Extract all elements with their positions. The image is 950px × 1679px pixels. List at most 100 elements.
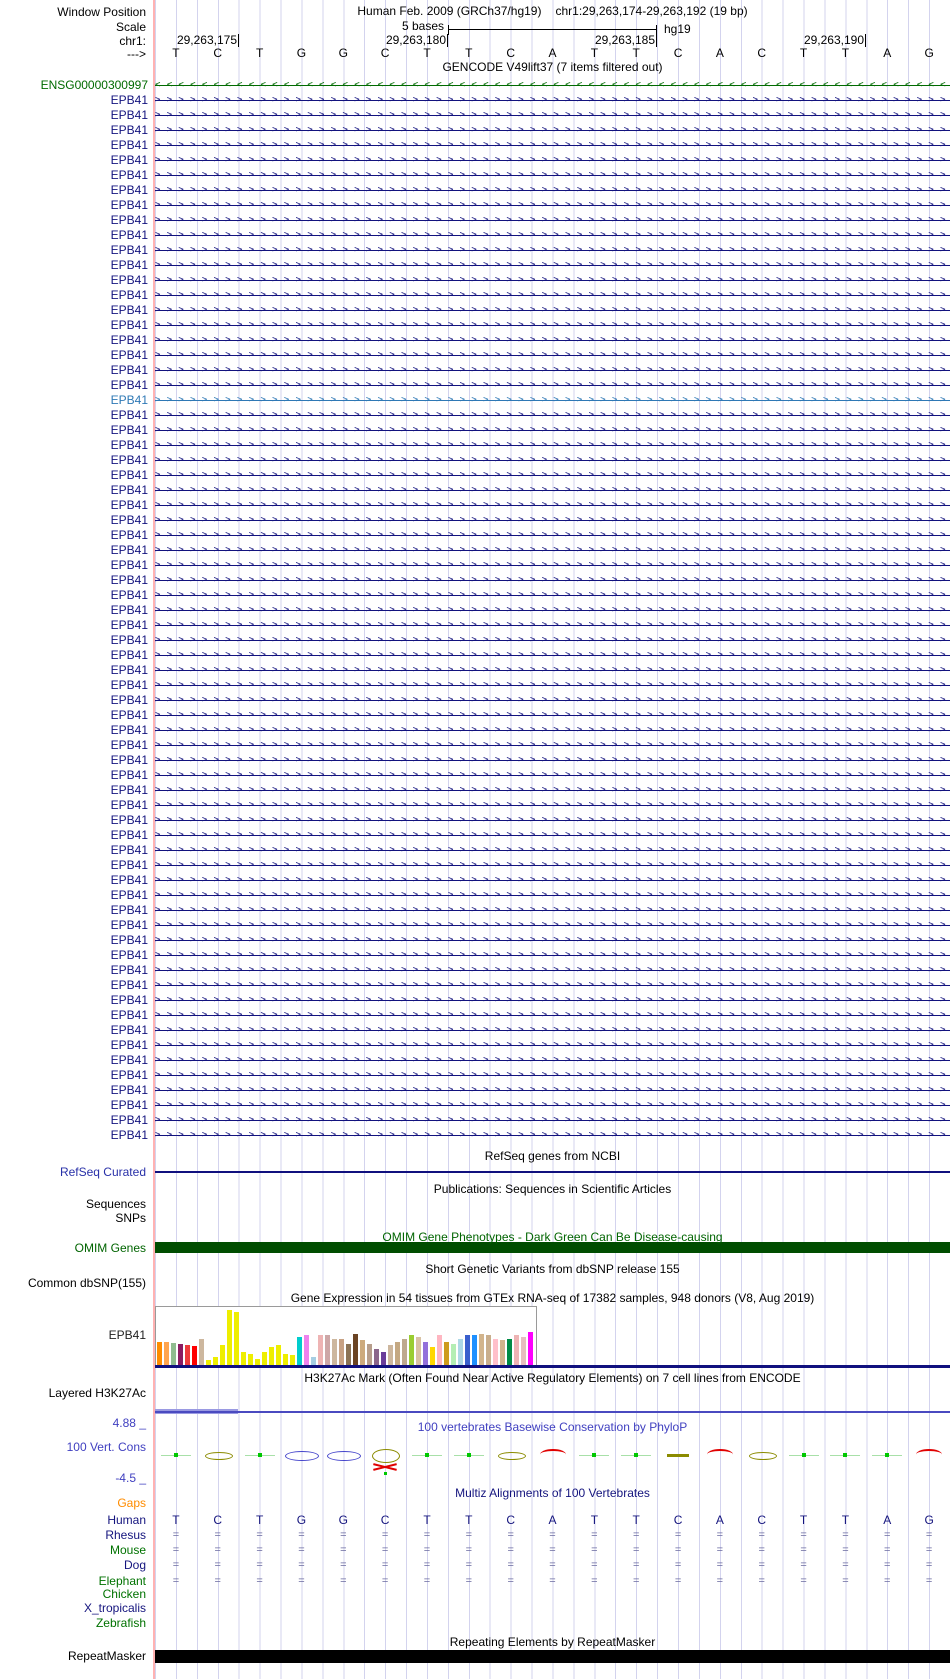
transcript-direction-arrows[interactable]: >>>>>>>>>>>>>>>>>>>>>>>>>>>>>>>>>>>>>>>>…: [155, 543, 950, 558]
refseq-curated-gene-line[interactable]: [155, 1171, 950, 1173]
transcript-direction-arrows[interactable]: >>>>>>>>>>>>>>>>>>>>>>>>>>>>>>>>>>>>>>>>…: [155, 753, 950, 768]
gene-label[interactable]: EPB41: [0, 828, 155, 843]
transcript-direction-arrows[interactable]: >>>>>>>>>>>>>>>>>>>>>>>>>>>>>>>>>>>>>>>>…: [155, 1128, 950, 1143]
gene-label[interactable]: EPB41: [0, 708, 155, 723]
gene-transcript-row[interactable]: EPB41 >>>>>>>>>>>>>>>>>>>>>>>>>>>>>>>>>>>…: [0, 543, 950, 558]
transcript-direction-arrows[interactable]: >>>>>>>>>>>>>>>>>>>>>>>>>>>>>>>>>>>>>>>>…: [155, 258, 950, 273]
gtex-tissue-bar[interactable]: [220, 1345, 225, 1367]
gene-transcript-row[interactable]: EPB41 >>>>>>>>>>>>>>>>>>>>>>>>>>>>>>>>>>>…: [0, 618, 950, 633]
gene-label[interactable]: EPB41: [0, 813, 155, 828]
species-label-x_tropicalis[interactable]: X_tropicalis: [0, 1601, 146, 1615]
transcript-direction-arrows[interactable]: >>>>>>>>>>>>>>>>>>>>>>>>>>>>>>>>>>>>>>>>…: [155, 138, 950, 153]
gene-transcript-row[interactable]: EPB41 >>>>>>>>>>>>>>>>>>>>>>>>>>>>>>>>>>>…: [0, 588, 950, 603]
transcript-direction-arrows[interactable]: >>>>>>>>>>>>>>>>>>>>>>>>>>>>>>>>>>>>>>>>…: [155, 363, 950, 378]
alignment-row-rhesus[interactable]: = = = = = = = = = = = = = = = = = = =: [155, 1528, 950, 1542]
gene-transcript-row[interactable]: EPB41 >>>>>>>>>>>>>>>>>>>>>>>>>>>>>>>>>>>…: [0, 498, 950, 513]
gtex-tissue-bar[interactable]: [339, 1339, 344, 1367]
gene-label[interactable]: EPB41: [0, 1128, 155, 1143]
gtex-tissue-bar[interactable]: [388, 1345, 393, 1367]
transcript-direction-arrows[interactable]: >>>>>>>>>>>>>>>>>>>>>>>>>>>>>>>>>>>>>>>>…: [155, 858, 950, 873]
transcript-direction-arrows[interactable]: >>>>>>>>>>>>>>>>>>>>>>>>>>>>>>>>>>>>>>>>…: [155, 393, 950, 408]
gene-transcript-row[interactable]: EPB41 >>>>>>>>>>>>>>>>>>>>>>>>>>>>>>>>>>>…: [0, 663, 950, 678]
transcript-direction-arrows[interactable]: >>>>>>>>>>>>>>>>>>>>>>>>>>>>>>>>>>>>>>>>…: [155, 618, 950, 633]
gene-transcript-row[interactable]: EPB41 >>>>>>>>>>>>>>>>>>>>>>>>>>>>>>>>>>>…: [0, 873, 950, 888]
gene-label[interactable]: EPB41: [0, 918, 155, 933]
gene-transcript-row[interactable]: EPB41 >>>>>>>>>>>>>>>>>>>>>>>>>>>>>>>>>>>…: [0, 318, 950, 333]
gene-transcript-row[interactable]: EPB41 >>>>>>>>>>>>>>>>>>>>>>>>>>>>>>>>>>>…: [0, 108, 950, 123]
transcript-direction-arrows[interactable]: >>>>>>>>>>>>>>>>>>>>>>>>>>>>>>>>>>>>>>>>…: [155, 603, 950, 618]
transcript-direction-arrows[interactable]: >>>>>>>>>>>>>>>>>>>>>>>>>>>>>>>>>>>>>>>>…: [155, 468, 950, 483]
gtex-tissue-bar[interactable]: [367, 1344, 372, 1367]
gtex-tissue-bar[interactable]: [423, 1342, 428, 1367]
transcript-direction-arrows[interactable]: >>>>>>>>>>>>>>>>>>>>>>>>>>>>>>>>>>>>>>>>…: [155, 588, 950, 603]
gene-transcript-row[interactable]: EPB41 >>>>>>>>>>>>>>>>>>>>>>>>>>>>>>>>>>>…: [0, 723, 950, 738]
gene-label[interactable]: EPB41: [0, 273, 155, 288]
gene-label[interactable]: EPB41: [0, 978, 155, 993]
gene-label[interactable]: EPB41: [0, 588, 155, 603]
gene-label[interactable]: EPB41: [0, 123, 155, 138]
gene-transcript-row[interactable]: EPB41 >>>>>>>>>>>>>>>>>>>>>>>>>>>>>>>>>>>…: [0, 408, 950, 423]
gene-label[interactable]: EPB41: [0, 783, 155, 798]
gtex-tissue-bar[interactable]: [479, 1334, 484, 1367]
gtex-tissue-bar[interactable]: [297, 1337, 302, 1367]
gene-transcript-row[interactable]: EPB41 >>>>>>>>>>>>>>>>>>>>>>>>>>>>>>>>>>>…: [0, 453, 950, 468]
transcript-direction-arrows[interactable]: >>>>>>>>>>>>>>>>>>>>>>>>>>>>>>>>>>>>>>>>…: [155, 423, 950, 438]
gene-label[interactable]: EPB41: [0, 933, 155, 948]
repeatmasker-track-label[interactable]: RepeatMasker: [0, 1649, 146, 1663]
alignment-row-human[interactable]: TCTGGCTTCATTCACTTAG: [155, 1513, 950, 1527]
gene-label[interactable]: EPB41: [0, 513, 155, 528]
gene-transcript-row[interactable]: EPB41 >>>>>>>>>>>>>>>>>>>>>>>>>>>>>>>>>>>…: [0, 168, 950, 183]
gene-transcript-row[interactable]: EPB41 >>>>>>>>>>>>>>>>>>>>>>>>>>>>>>>>>>>…: [0, 1083, 950, 1098]
gene-label[interactable]: EPB41: [0, 873, 155, 888]
gene-label[interactable]: EPB41: [0, 903, 155, 918]
gene-transcript-row[interactable]: EPB41 >>>>>>>>>>>>>>>>>>>>>>>>>>>>>>>>>>>…: [0, 603, 950, 618]
gene-transcript-row[interactable]: EPB41 >>>>>>>>>>>>>>>>>>>>>>>>>>>>>>>>>>>…: [0, 393, 950, 408]
gene-label[interactable]: EPB41: [0, 618, 155, 633]
gene-label[interactable]: EPB41: [0, 423, 155, 438]
gene-label[interactable]: EPB41: [0, 753, 155, 768]
gene-transcript-row[interactable]: EPB41 >>>>>>>>>>>>>>>>>>>>>>>>>>>>>>>>>>>…: [0, 948, 950, 963]
transcript-direction-arrows[interactable]: >>>>>>>>>>>>>>>>>>>>>>>>>>>>>>>>>>>>>>>>…: [155, 633, 950, 648]
gene-transcript-row[interactable]: EPB41 >>>>>>>>>>>>>>>>>>>>>>>>>>>>>>>>>>>…: [0, 633, 950, 648]
gene-label[interactable]: EPB41: [0, 678, 155, 693]
gtex-tissue-bar[interactable]: [521, 1337, 526, 1367]
species-label-zebrafish[interactable]: Zebrafish: [0, 1616, 146, 1630]
gtex-tissue-bar[interactable]: [227, 1310, 232, 1367]
gene-label[interactable]: EPB41: [0, 723, 155, 738]
gene-transcript-row[interactable]: EPB41 >>>>>>>>>>>>>>>>>>>>>>>>>>>>>>>>>>>…: [0, 1113, 950, 1128]
gtex-tissue-bar[interactable]: [472, 1335, 477, 1367]
gene-label[interactable]: EPB41: [0, 663, 155, 678]
gene-transcript-row[interactable]: EPB41 >>>>>>>>>>>>>>>>>>>>>>>>>>>>>>>>>>>…: [0, 153, 950, 168]
gene-transcript-row[interactable]: EPB41 >>>>>>>>>>>>>>>>>>>>>>>>>>>>>>>>>>>…: [0, 558, 950, 573]
publications-snps-label[interactable]: SNPs: [0, 1211, 146, 1225]
transcript-direction-arrows[interactable]: >>>>>>>>>>>>>>>>>>>>>>>>>>>>>>>>>>>>>>>>…: [155, 993, 950, 1008]
gtex-tissue-bar[interactable]: [465, 1335, 470, 1367]
gene-label[interactable]: EPB41: [0, 843, 155, 858]
transcript-direction-arrows[interactable]: >>>>>>>>>>>>>>>>>>>>>>>>>>>>>>>>>>>>>>>>…: [155, 663, 950, 678]
transcript-direction-arrows[interactable]: >>>>>>>>>>>>>>>>>>>>>>>>>>>>>>>>>>>>>>>>…: [155, 453, 950, 468]
gene-transcript-row[interactable]: EPB41 >>>>>>>>>>>>>>>>>>>>>>>>>>>>>>>>>>>…: [0, 783, 950, 798]
gene-transcript-row[interactable]: EPB41 >>>>>>>>>>>>>>>>>>>>>>>>>>>>>>>>>>>…: [0, 423, 950, 438]
transcript-direction-arrows[interactable]: >>>>>>>>>>>>>>>>>>>>>>>>>>>>>>>>>>>>>>>>…: [155, 843, 950, 858]
transcript-direction-arrows[interactable]: >>>>>>>>>>>>>>>>>>>>>>>>>>>>>>>>>>>>>>>>…: [155, 198, 950, 213]
gene-transcript-row[interactable]: EPB41 >>>>>>>>>>>>>>>>>>>>>>>>>>>>>>>>>>>…: [0, 738, 950, 753]
gene-label[interactable]: EPB41: [0, 768, 155, 783]
gtex-tissue-bar[interactable]: [157, 1342, 162, 1367]
gene-transcript-row[interactable]: EPB41 >>>>>>>>>>>>>>>>>>>>>>>>>>>>>>>>>>>…: [0, 1023, 950, 1038]
gene-label[interactable]: EPB41: [0, 183, 155, 198]
gtex-tissue-bar[interactable]: [346, 1344, 351, 1367]
transcript-direction-arrows[interactable]: >>>>>>>>>>>>>>>>>>>>>>>>>>>>>>>>>>>>>>>>…: [155, 1008, 950, 1023]
gene-transcript-row[interactable]: EPB41 >>>>>>>>>>>>>>>>>>>>>>>>>>>>>>>>>>>…: [0, 918, 950, 933]
gene-label[interactable]: EPB41: [0, 348, 155, 363]
gtex-tissue-bar[interactable]: [185, 1345, 190, 1367]
gtex-tissue-bar[interactable]: [451, 1344, 456, 1367]
reference-sequence-row[interactable]: TCTGGCTTCATTCACTTAG: [155, 46, 950, 60]
gene-transcript-row[interactable]: EPB41 >>>>>>>>>>>>>>>>>>>>>>>>>>>>>>>>>>>…: [0, 813, 950, 828]
gene-label[interactable]: EPB41: [0, 453, 155, 468]
species-label-dog[interactable]: Dog: [0, 1558, 146, 1572]
gene-transcript-row[interactable]: EPB41 >>>>>>>>>>>>>>>>>>>>>>>>>>>>>>>>>>>…: [0, 438, 950, 453]
gtex-tissue-bar[interactable]: [444, 1342, 449, 1367]
gene-label[interactable]: EPB41: [0, 468, 155, 483]
transcript-direction-arrows[interactable]: >>>>>>>>>>>>>>>>>>>>>>>>>>>>>>>>>>>>>>>>…: [155, 93, 950, 108]
gene-label[interactable]: EPB41: [0, 603, 155, 618]
